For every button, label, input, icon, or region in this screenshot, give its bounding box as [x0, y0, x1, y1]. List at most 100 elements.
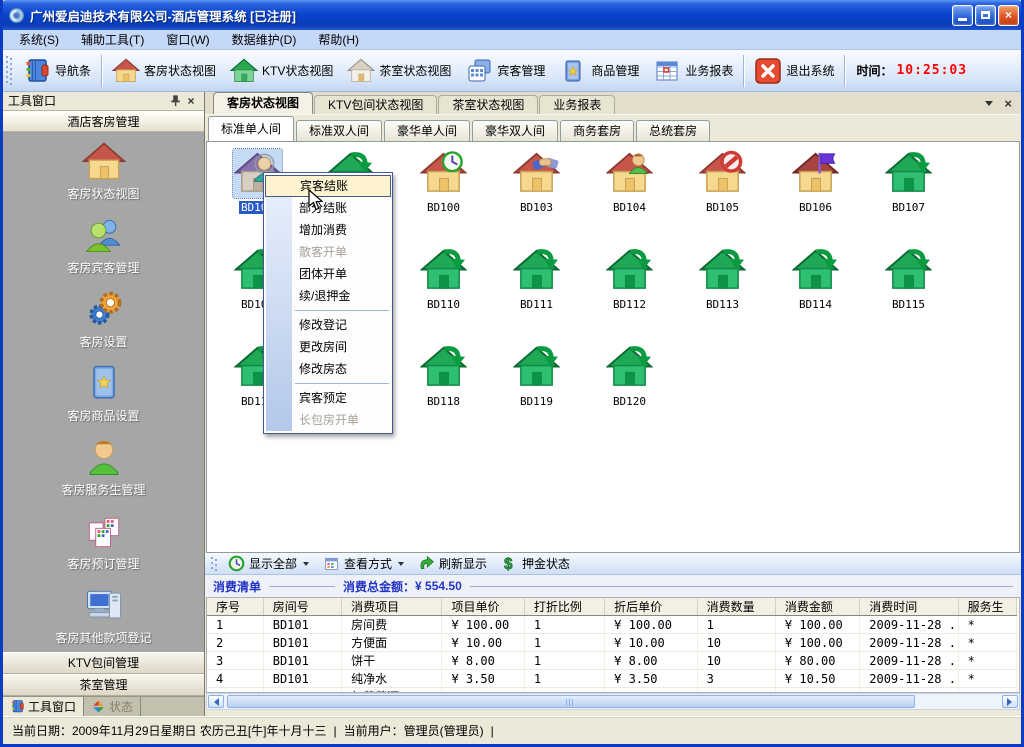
action-button-dollar-green[interactable]: $押金状态	[494, 554, 577, 574]
scrollbar-thumb[interactable]	[227, 695, 915, 708]
room-BD111[interactable]: BD111	[490, 245, 583, 342]
column-header[interactable]: 打折比例	[524, 598, 604, 616]
context-menu-item-1[interactable]: 部分结账	[265, 197, 391, 219]
column-header[interactable]: 序号	[207, 598, 263, 616]
maximize-button[interactable]	[975, 5, 996, 26]
navigator-icon	[23, 57, 51, 85]
sidebar-group-bar-1[interactable]: 茶室管理	[3, 674, 204, 696]
sidebar-item-room-status[interactable]: 客房状态视图	[3, 134, 204, 208]
room-BD100[interactable]: BD100	[397, 148, 490, 245]
sidebar-item-waiter-mgmt[interactable]: 客房服务生管理	[3, 430, 204, 504]
tab-list-dropdown-icon[interactable]	[985, 101, 993, 110]
room-BD107[interactable]: BD107	[862, 148, 955, 245]
pin-icon[interactable]	[167, 93, 183, 108]
column-header[interactable]: 消费金额	[775, 598, 859, 616]
scroll-right-arrow[interactable]	[1002, 695, 1018, 708]
sidebar-item-guest-mgmt[interactable]: 客房宾客管理	[3, 208, 204, 282]
context-menu-item-6[interactable]: 修改登记	[265, 314, 391, 336]
column-header[interactable]: 消费项目	[342, 598, 442, 616]
view-grid-icon	[323, 555, 340, 572]
action-button-clock-green[interactable]: 显示全部	[221, 554, 316, 574]
close-icon[interactable]: ×	[183, 93, 199, 108]
menubar-item-1[interactable]: 辅助工具(T)	[70, 30, 155, 50]
context-menu-item-5[interactable]: 续/退押金	[265, 285, 391, 307]
table-row[interactable]: 2BD101方便面¥ 10.001¥ 10.0010¥ 100.002009-1…	[207, 634, 1017, 652]
doc-tab-2[interactable]: 茶室状态视图	[438, 95, 538, 114]
toolbar-button-exit-x[interactable]: 退出系统	[747, 53, 841, 89]
context-menu-item-7[interactable]: 更改房间	[265, 336, 391, 358]
table-row[interactable]: 1BD101房间费¥ 100.001¥ 100.001¥ 100.002009-…	[207, 616, 1017, 634]
room-BD103[interactable]: BD103	[490, 148, 583, 245]
toolbar-button-house-white[interactable]: 茶室状态视图	[340, 53, 458, 89]
room-type-tab-0[interactable]: 标准单人间	[208, 116, 294, 141]
context-menu-item-9[interactable]: 宾客预定	[265, 387, 391, 409]
sidebar-item-booking-mgmt[interactable]: 客房预订管理	[3, 504, 204, 578]
toolbar-button-guest-cards[interactable]: 宾客管理	[458, 53, 552, 89]
room-BD119[interactable]: BD119	[490, 342, 583, 439]
room-BD114[interactable]: BD114	[769, 245, 862, 342]
minimize-button[interactable]	[952, 5, 973, 26]
room-BD106[interactable]: BD106	[769, 148, 862, 245]
table-row[interactable]: 3BD101饼干¥ 8.001¥ 8.0010¥ 80.002009-11-28…	[207, 652, 1017, 670]
toolbar-separator	[844, 55, 845, 87]
table-row[interactable]: 4BD101纯净水¥ 3.501¥ 3.503¥ 10.502009-11-28…	[207, 670, 1017, 688]
room-BD115[interactable]: BD115	[862, 245, 955, 342]
context-menu-item-2[interactable]: 增加消费	[265, 219, 391, 241]
sidebar-item-label: 客房状态视图	[67, 185, 139, 202]
room-type-tab-3[interactable]: 豪华双人间	[472, 120, 558, 141]
sidebar-group-title[interactable]: 酒店客房管理	[3, 111, 204, 132]
column-header[interactable]: 服务生	[958, 598, 1016, 616]
sidebar-tab-0[interactable]: 工具窗口	[3, 697, 84, 716]
sidebar-item-label: 客房预订管理	[67, 555, 139, 572]
action-button-refresh-green[interactable]: 刷新显示	[411, 554, 494, 574]
room-type-tab-4[interactable]: 商务套房	[560, 120, 634, 141]
room-BD113[interactable]: BD113	[676, 245, 769, 342]
room-type-tab-2[interactable]: 豪华单人间	[384, 120, 470, 141]
room-type-tab-1[interactable]: 标准双人间	[296, 120, 382, 141]
room-BD118[interactable]: BD118	[397, 342, 490, 439]
toolbar-grip[interactable]	[6, 56, 12, 86]
tab-close-icon[interactable]: ×	[1004, 98, 1012, 110]
doc-tab-3[interactable]: 业务报表	[539, 95, 615, 114]
house-red-icon	[112, 57, 140, 85]
toolbar-button-house-green[interactable]: KTV状态视图	[223, 53, 340, 89]
toolbar-button-goods-box[interactable]: 商品管理	[552, 53, 646, 89]
room-BD112[interactable]: BD112	[583, 245, 676, 342]
menubar-item-0[interactable]: 系统(S)	[8, 30, 70, 50]
toolbar-button-house-red[interactable]: 客房状态视图	[105, 53, 223, 89]
context-menu-item-4[interactable]: 团体开单	[265, 263, 391, 285]
scrollbar-track[interactable]	[224, 694, 1002, 709]
doc-tab-1[interactable]: KTV包间状态视图	[314, 95, 437, 114]
sidebar-item-room-settings[interactable]: 客房设置	[3, 282, 204, 356]
room-BD104[interactable]: BD104	[583, 148, 676, 245]
room-type-tab-5[interactable]: 总统套房	[636, 120, 710, 141]
toolbar-button-navigator[interactable]: 导航条	[16, 53, 98, 89]
column-header[interactable]: 项目单价	[442, 598, 524, 616]
room-label: BD118	[425, 395, 462, 408]
context-menu-item-0[interactable]: 宾客结账	[265, 175, 391, 197]
menubar-item-3[interactable]: 数据维护(D)	[221, 30, 308, 50]
close-button[interactable]: ×	[998, 5, 1019, 26]
action-button-view-grid[interactable]: 查看方式	[316, 554, 411, 574]
horizontal-scrollbar[interactable]	[206, 693, 1020, 710]
scroll-left-arrow[interactable]	[208, 695, 224, 708]
column-header[interactable]: 消费数量	[697, 598, 775, 616]
column-header[interactable]: 消费时间	[860, 598, 958, 616]
context-menu-item-8[interactable]: 修改房态	[265, 358, 391, 380]
doc-tab-0[interactable]: 客房状态视图	[213, 92, 313, 114]
menubar-item-2[interactable]: 窗口(W)	[155, 30, 220, 50]
menubar-item-4[interactable]: 帮助(H)	[307, 30, 370, 50]
column-header[interactable]: 折后单价	[605, 598, 697, 616]
room-BD110[interactable]: BD110	[397, 245, 490, 342]
sidebar-item-other-payments[interactable]: 客房其他款项登记	[3, 578, 204, 652]
sidebar-tab-1[interactable]: 状态	[84, 697, 141, 716]
table-cell: BD101	[263, 634, 341, 652]
column-header[interactable]: 房间号	[263, 598, 341, 616]
sidebar-group-bar-0[interactable]: KTV包间管理	[3, 652, 204, 674]
toolbar-grip[interactable]	[211, 557, 217, 571]
room-BD120[interactable]: BD120	[583, 342, 676, 439]
sidebar-item-room-goods[interactable]: 客房商品设置	[3, 356, 204, 430]
toolbar-button-report-sheet[interactable]: 业务报表	[646, 53, 740, 89]
room-BD105[interactable]: BD105	[676, 148, 769, 245]
table-cell: 4	[207, 670, 263, 688]
